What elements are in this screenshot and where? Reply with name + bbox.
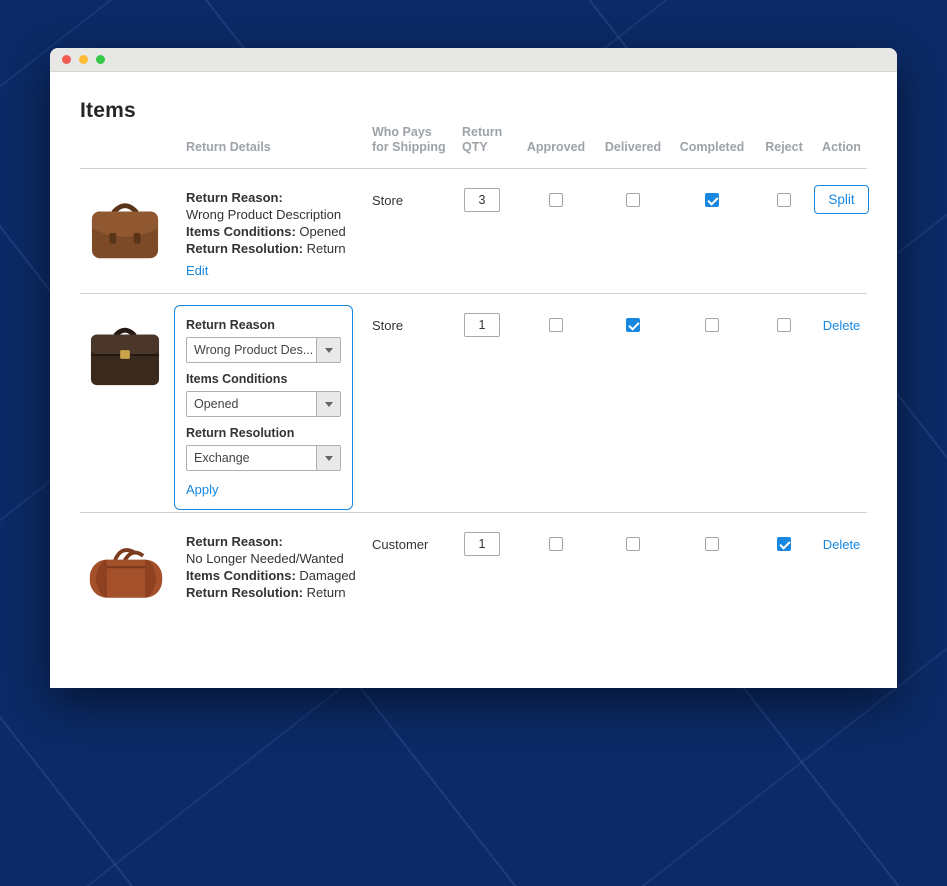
brown-satchel-bag-image: [91, 203, 159, 259]
action-cell: Delete: [816, 513, 867, 643]
dark-brown-briefcase-image: [90, 327, 160, 386]
return-details-edit-form: Return Reason Wrong Product Des... Items…: [174, 305, 353, 510]
items-conditions-selected-value: Opened: [194, 397, 239, 411]
approved-checkbox[interactable]: [549, 318, 563, 332]
completed-cell: [672, 294, 752, 512]
return-qty-cell: [452, 169, 518, 293]
items-conditions-select[interactable]: Opened: [186, 391, 341, 417]
delivered-cell: [594, 294, 672, 512]
return-reason-label: Return Reason:: [186, 534, 283, 549]
product-image-cell: [80, 294, 186, 512]
item-row: Return Reason Wrong Product Des... Items…: [80, 294, 867, 513]
header-reject: Reject: [765, 140, 803, 154]
page-content: Items Return Details Who Pays for Shippi…: [50, 72, 897, 643]
header-completed: Completed: [679, 140, 745, 154]
return-resolution-label: Return Resolution:: [186, 241, 303, 256]
return-qty-input[interactable]: [464, 313, 500, 337]
return-details-cell: Return Reason: No Longer Needed/Wanted I…: [186, 513, 372, 643]
completed-checkbox[interactable]: [705, 193, 719, 207]
approved-checkbox[interactable]: [549, 537, 563, 551]
product-image-cell: [80, 169, 186, 293]
completed-checkbox[interactable]: [705, 318, 719, 332]
return-resolution-select[interactable]: Exchange: [186, 445, 341, 471]
delivered-cell: [594, 169, 672, 293]
items-conditions-label: Items Conditions:: [186, 568, 296, 583]
approved-checkbox[interactable]: [549, 193, 563, 207]
items-conditions-label: Items Conditions:: [186, 224, 296, 239]
reject-cell: [752, 169, 816, 293]
apply-link[interactable]: Apply: [186, 482, 219, 497]
item-row: Return Reason: Wrong Product Description…: [80, 169, 869, 294]
who-pays-shipping-value: Customer: [372, 537, 429, 552]
zoom-window-button[interactable]: [96, 55, 105, 64]
reject-checkbox[interactable]: [777, 537, 791, 551]
delivered-checkbox[interactable]: [626, 193, 640, 207]
return-details-cell: Return Reason: Wrong Product Description…: [186, 169, 372, 293]
return-details-edit-cell: Return Reason Wrong Product Des... Items…: [174, 294, 372, 512]
approved-cell: [518, 169, 594, 293]
header-approved: Approved: [526, 140, 586, 154]
edit-link[interactable]: Edit: [186, 262, 208, 279]
header-return-qty: Return QTY: [462, 125, 503, 154]
delivered-checkbox[interactable]: [626, 318, 640, 332]
items-conditions-value: Damaged: [299, 568, 356, 583]
delete-link[interactable]: Delete: [823, 537, 861, 552]
header-action: Action: [822, 140, 861, 154]
return-qty-input[interactable]: [464, 188, 500, 212]
delete-link[interactable]: Delete: [823, 318, 861, 333]
return-resolution-value: Return: [306, 585, 346, 600]
who-pays-shipping-value: Store: [372, 318, 404, 333]
return-resolution-label: Return Resolution:: [186, 585, 303, 600]
return-qty-cell: [452, 294, 518, 512]
items-conditions-label: Items Conditions: [186, 372, 288, 386]
table-header-row: Return Details Who Pays for Shipping Ret…: [80, 123, 867, 169]
red-brown-duffel-bag-image: [89, 548, 163, 598]
reject-cell: [752, 294, 816, 512]
return-reason-select[interactable]: Wrong Product Des...: [186, 337, 341, 363]
return-qty-cell: [452, 513, 518, 643]
action-cell: Split: [814, 169, 869, 293]
completed-checkbox[interactable]: [705, 537, 719, 551]
delivered-checkbox[interactable]: [626, 537, 640, 551]
header-return-details: Return Details: [186, 140, 271, 154]
desktop: { "page": { "title": "Items" }, "window"…: [0, 0, 947, 886]
return-reason-label: Return Reason: [186, 318, 275, 332]
chevron-down-icon: [316, 446, 340, 470]
return-reason-value: No Longer Needed/Wanted: [186, 551, 344, 566]
chevron-down-icon: [316, 392, 340, 416]
who-pays-shipping-value: Store: [372, 193, 404, 208]
minimize-window-button[interactable]: [79, 55, 88, 64]
reject-checkbox[interactable]: [777, 193, 791, 207]
window-titlebar: [50, 48, 897, 72]
items-conditions-value: Opened: [299, 224, 346, 239]
approved-cell: [518, 294, 594, 512]
delivered-cell: [594, 513, 672, 643]
reject-checkbox[interactable]: [777, 318, 791, 332]
item-row: Return Reason: No Longer Needed/Wanted I…: [80, 513, 867, 643]
return-resolution-value: Return: [306, 241, 346, 256]
product-image-cell: [80, 513, 186, 643]
header-delivered: Delivered: [604, 140, 662, 154]
chevron-down-icon: [316, 338, 340, 362]
app-window: Items Return Details Who Pays for Shippi…: [50, 48, 897, 688]
return-reason-selected-value: Wrong Product Des...: [194, 343, 314, 357]
return-qty-input[interactable]: [464, 532, 500, 556]
completed-cell: [672, 513, 752, 643]
approved-cell: [518, 513, 594, 643]
split-button[interactable]: Split: [814, 185, 869, 214]
action-cell: Delete: [816, 294, 867, 512]
header-who-pays-for-shipping: Who Pays for Shipping: [372, 125, 446, 154]
return-reason-value: Wrong Product Description: [186, 207, 342, 222]
items-table: Return Details Who Pays for Shipping Ret…: [80, 123, 869, 643]
close-window-button[interactable]: [62, 55, 71, 64]
reject-cell: [752, 513, 816, 643]
return-resolution-selected-value: Exchange: [194, 451, 250, 465]
return-reason-label: Return Reason:: [186, 190, 283, 205]
page-title: Items: [80, 99, 136, 122]
return-resolution-label: Return Resolution: [186, 426, 295, 440]
completed-cell: [672, 169, 752, 293]
